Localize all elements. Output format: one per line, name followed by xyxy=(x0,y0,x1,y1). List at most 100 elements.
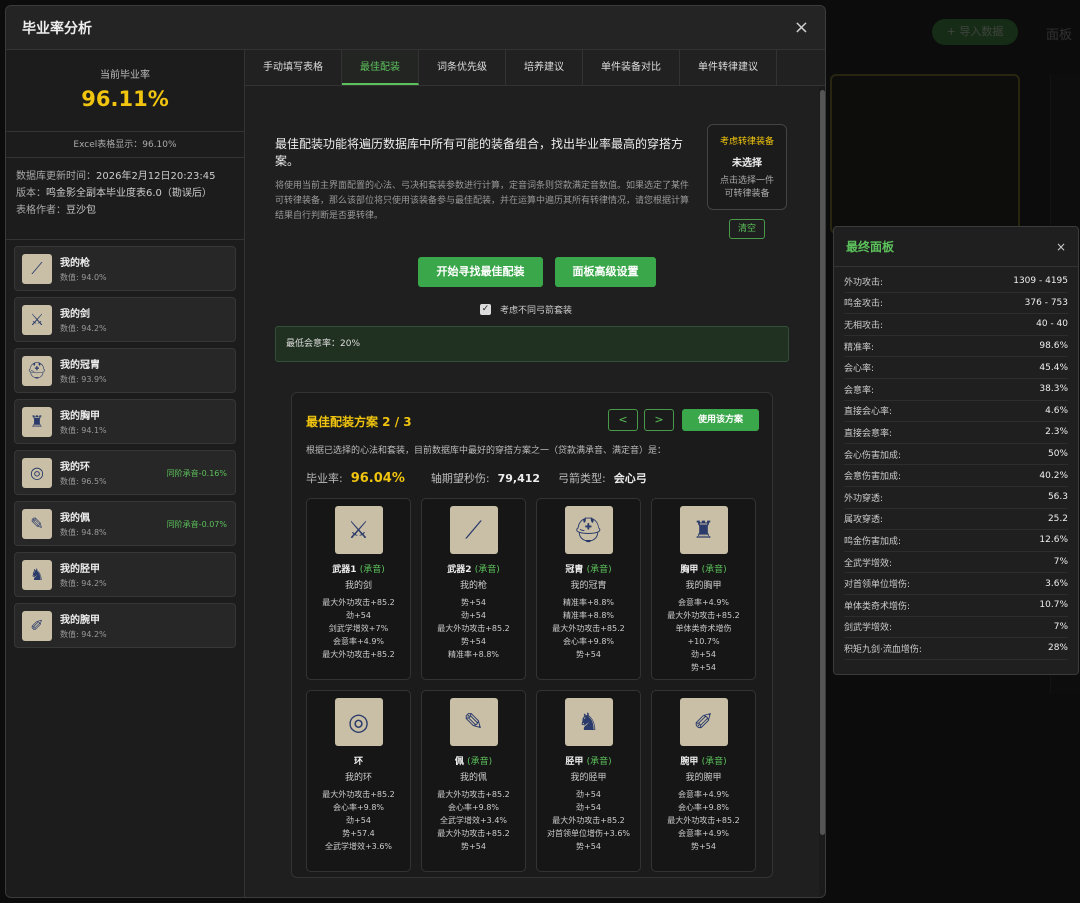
card-stat: 劲+54 xyxy=(346,611,371,620)
panel-key: 鸣金攻击: xyxy=(844,299,884,310)
equipment-name: 我的冠胄 xyxy=(60,360,100,371)
tab-2[interactable]: 词条优先级 xyxy=(419,50,506,85)
panel-key: 单体类奇术增伤: xyxy=(844,601,911,612)
equipment-item[interactable]: ◎ 我的环 数值: 96.5% 同阶承音-0.16% xyxy=(14,450,236,495)
card-stat: 劲+54 xyxy=(691,650,716,659)
clear-button[interactable]: 清空 xyxy=(729,219,765,239)
panel-row: 会意伤害加成: 40.2% xyxy=(844,465,1068,487)
card-stat: 会意率+4.9% xyxy=(332,637,385,646)
panel-value: 56.3 xyxy=(1047,492,1068,503)
panel-row: 直接会心率: 4.6% xyxy=(844,401,1068,423)
card-stat: 最大外功攻击+85.2 xyxy=(437,790,510,799)
panel-row: 无相攻击: 40 - 40 xyxy=(844,314,1068,336)
equipment-item[interactable]: ♞ 我的胫甲 数值: 94.2% xyxy=(14,552,236,597)
card-slot: 武器1 (承音) xyxy=(307,562,410,575)
equipment-item[interactable]: ♜ 我的胸甲 数值: 94.1% xyxy=(14,399,236,444)
spear-icon: ⟋ xyxy=(22,253,52,284)
panel-key: 直接会意率: xyxy=(844,428,893,439)
equipment-item[interactable]: ⛑ 我的冠胄 数值: 93.9% xyxy=(14,348,236,393)
final-panel-header: 最终面板 × xyxy=(834,227,1078,267)
intro-description: 将使用当前主界面配置的心法、弓决和套装参数进行计算，定音词条则贷款满定音数值。如… xyxy=(275,181,690,221)
advanced-settings-button[interactable]: 面板高级设置 xyxy=(555,257,656,287)
card-slot: 胫甲 (承音) xyxy=(537,754,640,767)
panel-value: 45.4% xyxy=(1039,362,1068,373)
equipment-item[interactable]: ✎ 我的佩 数值: 94.8% 同阶承音-0.07% xyxy=(14,501,236,546)
find-best-button[interactable]: 开始寻找最佳配装 xyxy=(418,257,543,287)
panel-key: 属攻穿透: xyxy=(844,515,884,526)
next-plan-button[interactable]: > xyxy=(644,409,674,431)
close-icon[interactable]: × xyxy=(794,17,809,38)
transfer-equipment-box[interactable]: 考虑转律装备 未选择 点击选择一件 可转律装备 xyxy=(707,124,787,210)
analysis-modal: 毕业率分析 × 当前毕业率 96.11% Excel表格显示：96.10% 数据… xyxy=(5,5,826,898)
panel-key: 鸣金伤害加成: xyxy=(844,536,902,547)
card-slot: 环 xyxy=(307,754,410,767)
equipment-card[interactable]: ⚔ 武器1 (承音) 我的剑 最大外功攻击+85.2 劲+54 剑武学增效+7% 会意率+4… xyxy=(306,498,411,680)
meta-key: 数据库更新时间： xyxy=(16,171,96,182)
bracer-icon: ✐ xyxy=(22,610,52,641)
card-stat: 精准率+8.8% xyxy=(447,650,500,659)
plan-description: 根据已选择的心法和套装，目前数据库中最好的穿搭方案之一（贷款满承音、满定音）是： xyxy=(306,446,667,456)
tab-4[interactable]: 单件装备对比 xyxy=(583,50,680,85)
equipment-card[interactable]: ◎ 环我的环 最大外功攻击+85.2 会心率+9.8% 劲+54 势+57.4 全武学增效+… xyxy=(306,690,411,872)
pendant-icon: ✎ xyxy=(22,508,52,539)
panel-row: 精准率: 98.6% xyxy=(844,336,1068,358)
equipment-card[interactable]: ✎ 佩 (承音) 我的佩 最大外功攻击+85.2 会心率+9.8% 全武学增效+3.4% 最… xyxy=(421,690,526,872)
equipment-card[interactable]: ⛑ 冠胄 (承音) 我的冠胄 精准率+8.8% 精准率+8.8% 最大外功攻击+85.2 会… xyxy=(536,498,641,680)
equipment-score: 数值: 94.8% xyxy=(60,528,107,537)
meta-value: 豆沙包 xyxy=(66,205,96,216)
panel-value: 12.6% xyxy=(1039,535,1068,546)
bow-set-checkbox[interactable]: ✓ 考虑不同弓箭套装 xyxy=(480,303,572,316)
panel-key: 精准率: xyxy=(844,342,875,353)
equipment-name: 我的剑 xyxy=(60,309,90,320)
tab-0[interactable]: 手动填写表格 xyxy=(245,50,342,85)
checkbox-check-icon[interactable]: ✓ xyxy=(480,304,491,315)
panel-value: 40.2% xyxy=(1039,470,1068,481)
panel-value: 28% xyxy=(1047,643,1068,654)
tab-3[interactable]: 培养建议 xyxy=(506,50,583,85)
panel-key: 会意率: xyxy=(844,385,875,396)
panel-value: 7% xyxy=(1053,621,1068,632)
prev-plan-button[interactable]: < xyxy=(608,409,638,431)
panel-key: 外功攻击: xyxy=(844,277,884,288)
equipment-item[interactable]: ✐ 我的腕甲 数值: 94.2% xyxy=(14,603,236,648)
equipment-item[interactable]: ⚔ 我的剑 数值: 94.2% xyxy=(14,297,236,342)
transfer-desc: 点击选择一件 可转律装备 xyxy=(719,176,774,199)
panel-row: 单体类奇术增伤: 10.7% xyxy=(844,595,1068,617)
card-stat: 全武学增效+3.4% xyxy=(439,816,508,825)
meta-line: 数据库更新时间：2026年2月12日20:23:45 xyxy=(16,168,234,185)
card-stat: 势+54 xyxy=(461,598,486,607)
equipment-card[interactable]: ♜ 胸甲 (承音) 我的胸甲 会意率+4.9% 最大外功攻击+85.2 单体类奇术增伤 +1… xyxy=(651,498,756,680)
tab-5[interactable]: 单件转律建议 xyxy=(680,50,777,85)
content-scrollbar[interactable] xyxy=(819,86,825,897)
card-stat: 最大外功攻击+85.2 xyxy=(322,790,395,799)
panel-value: 3.6% xyxy=(1045,578,1068,589)
tab-1[interactable]: 最佳配装 xyxy=(342,50,419,85)
equipment-text: 我的冠胄 数值: 93.9% xyxy=(60,356,107,385)
card-stat: 会心率+9.8% xyxy=(447,803,500,812)
card-stat: +10.7% xyxy=(687,637,720,646)
scrollbar-thumb[interactable] xyxy=(820,90,825,835)
equipment-item[interactable]: ⟋ 我的枪 数值: 94.0% xyxy=(14,246,236,291)
card-slot-name: 环 xyxy=(353,757,363,767)
rate-value: 96.11% xyxy=(81,87,169,111)
card-owner: 我的环 xyxy=(344,773,372,783)
plan-dps-label: 轴期望秒伤: xyxy=(430,472,490,485)
plan-rate-label: 毕业率: xyxy=(306,472,343,485)
equipment-card[interactable]: ✐ 腕甲 (承音) 我的腕甲 会意率+4.9% 会心率+9.8% 最大外功攻击+85.2 会… xyxy=(651,690,756,872)
card-slot-tag: (承音) xyxy=(586,757,612,767)
equipment-text: 我的胸甲 数值: 94.1% xyxy=(60,407,107,436)
left-sidebar: 当前毕业率 96.11% Excel表格显示：96.10% 数据库更新时间：20… xyxy=(6,50,245,897)
card-slot-tag: (承音) xyxy=(701,757,727,767)
close-icon[interactable]: × xyxy=(1056,240,1066,254)
equipment-card[interactable]: ⟋ 武器2 (承音) 我的枪 势+54 劲+54 最大外功攻击+85.2 势+54 精准率+8… xyxy=(421,498,526,680)
card-owner: 我的枪 xyxy=(459,581,487,591)
equipment-card[interactable]: ♞ 胫甲 (承音) 我的胫甲 劲+54 劲+54 最大外功攻击+85.2 对首领单位增伤+3… xyxy=(536,690,641,872)
equipment-score: 数值: 94.1% xyxy=(60,426,107,435)
panel-key: 对首领单位增伤: xyxy=(844,580,911,591)
equipment-text: 我的胫甲 数值: 94.2% xyxy=(60,560,107,589)
card-stat: 最大外功攻击+85.2 xyxy=(552,816,625,825)
panel-row: 属攻穿透: 25.2 xyxy=(844,509,1068,531)
use-plan-button[interactable]: 使用该方案 xyxy=(682,409,759,431)
greaves-icon: ♞ xyxy=(22,559,52,590)
card-stat: 会心率+9.8% xyxy=(562,637,615,646)
